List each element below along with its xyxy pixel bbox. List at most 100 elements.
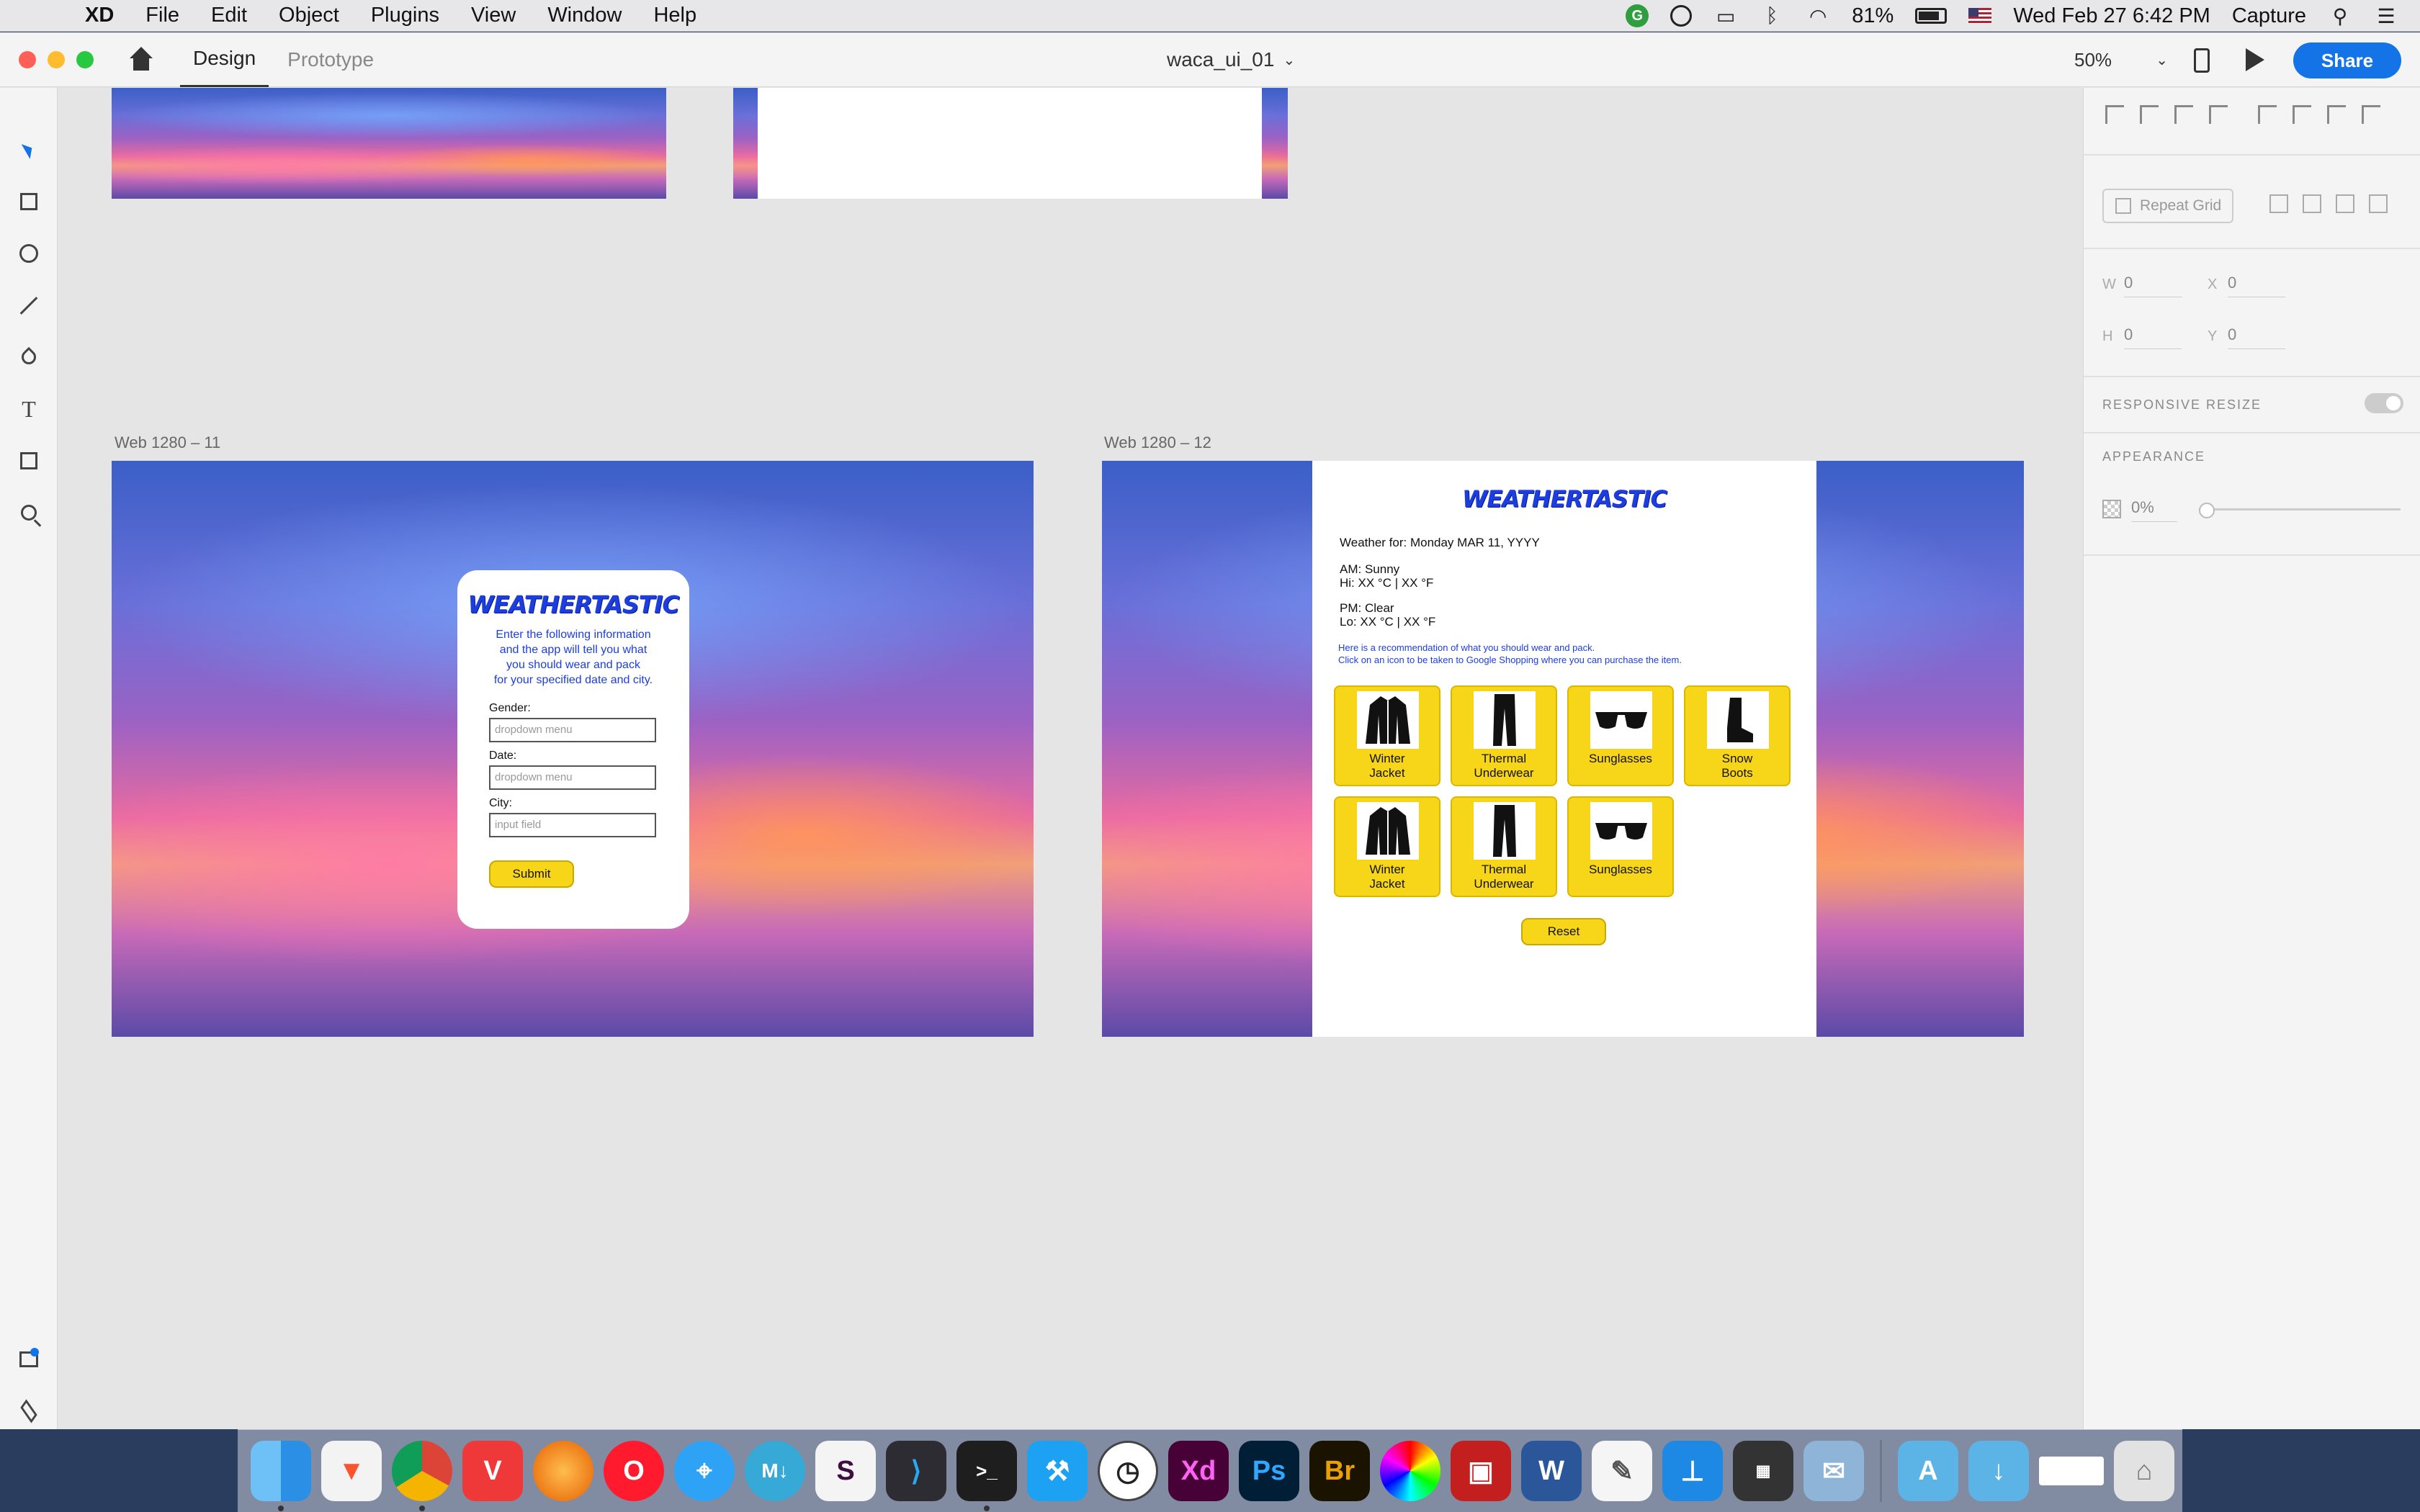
ellipse-tool[interactable] xyxy=(14,239,43,268)
line-tool[interactable] xyxy=(14,291,43,320)
bluetooth-icon[interactable]: ᛒ xyxy=(1760,4,1784,27)
text-tool[interactable]: T xyxy=(14,395,43,423)
macdown-icon[interactable]: M↓ xyxy=(745,1441,805,1501)
textedit-icon[interactable]: ✎ xyxy=(1592,1441,1652,1501)
airplay-icon[interactable]: ▭ xyxy=(1713,5,1738,27)
calendar-icon[interactable]: ▦ xyxy=(1733,1441,1793,1501)
item-card[interactable]: Snow Boots xyxy=(1684,685,1791,786)
menu-plugins[interactable]: Plugins xyxy=(371,4,439,27)
assets-panel-button[interactable] xyxy=(14,1345,43,1374)
wifi-icon[interactable]: ◠ xyxy=(1806,5,1830,27)
artboard-web-1280-12[interactable]: WEATHERTASTIC Weather for: Monday MAR 11… xyxy=(1102,461,2024,1037)
align-right-icon[interactable] xyxy=(2327,105,2346,124)
menu-datetime[interactable]: Wed Feb 27 6:42 PM xyxy=(2013,4,2210,28)
menu-help[interactable]: Help xyxy=(653,4,696,27)
y-field[interactable]: 0 xyxy=(2228,325,2285,349)
brave-icon[interactable]: ▼ xyxy=(321,1441,382,1501)
repeat-grid-button[interactable]: Repeat Grid xyxy=(2102,189,2233,223)
x-field[interactable]: 0 xyxy=(2228,274,2285,297)
battery-icon[interactable] xyxy=(1915,8,1948,24)
submit-button[interactable]: Submit xyxy=(489,860,574,888)
share-button[interactable]: Share xyxy=(2293,42,2401,78)
rectangle-tool[interactable] xyxy=(14,187,43,216)
chrome-icon[interactable] xyxy=(392,1441,452,1511)
item-card[interactable]: Sunglasses xyxy=(1567,685,1674,786)
pen-tool[interactable] xyxy=(14,343,43,372)
gender-dropdown[interactable]: dropdown menu xyxy=(489,718,656,742)
exclude-icon[interactable] xyxy=(2369,194,2388,213)
keynote-icon[interactable]: ⊥ xyxy=(1662,1441,1723,1501)
distribute-horizontal-icon[interactable] xyxy=(2362,105,2380,124)
opacity-field[interactable]: 0% xyxy=(2131,498,2177,522)
firefox-icon[interactable] xyxy=(533,1441,593,1501)
grammarly-icon[interactable]: G xyxy=(1626,4,1649,27)
item-card[interactable]: Sunglasses xyxy=(1567,796,1674,897)
menu-view[interactable]: View xyxy=(471,4,516,27)
reset-button[interactable]: Reset xyxy=(1521,918,1606,945)
artboard-top-left[interactable] xyxy=(112,88,666,199)
applications-folder-icon[interactable]: A xyxy=(1898,1441,1958,1501)
terminal-icon[interactable]: >_ xyxy=(956,1441,1017,1511)
item-card[interactable]: Winter Jacket xyxy=(1334,796,1440,897)
color-picker-icon[interactable] xyxy=(1380,1441,1440,1501)
artboard-tool[interactable] xyxy=(14,446,43,475)
item-card[interactable]: Winter Jacket xyxy=(1334,685,1440,786)
finder-icon[interactable] xyxy=(251,1441,311,1511)
zoom-window-button[interactable] xyxy=(76,50,94,68)
notification-center-icon[interactable]: ☰ xyxy=(2374,5,2398,27)
device-preview-icon[interactable] xyxy=(2194,48,2210,73)
design-canvas[interactable]: Web 1280 – 11 WEATHERTASTIC Enter the fo… xyxy=(58,88,2082,1429)
document-title[interactable]: waca_ui_01 ⌄ xyxy=(1167,32,1295,87)
menu-capture[interactable]: Capture xyxy=(2232,4,2306,28)
opera-icon[interactable]: O xyxy=(604,1441,664,1501)
close-window-button[interactable] xyxy=(19,50,36,68)
layers-panel-button[interactable] xyxy=(14,1397,43,1426)
align-top-icon[interactable] xyxy=(2105,105,2124,124)
clock-status-icon[interactable] xyxy=(1670,5,1693,27)
add-icon[interactable] xyxy=(2269,194,2288,213)
input-source-flag-icon[interactable] xyxy=(1968,8,1992,24)
word-icon[interactable]: W xyxy=(1521,1441,1582,1501)
width-field[interactable]: 0 xyxy=(2124,274,2182,297)
downloads-folder-icon[interactable]: ↓ xyxy=(1968,1441,2029,1501)
distribute-vertical-icon[interactable] xyxy=(2209,105,2228,124)
intersect-icon[interactable] xyxy=(2336,194,2354,213)
align-center-icon[interactable] xyxy=(2293,105,2311,124)
clock-icon[interactable]: ◷ xyxy=(1098,1441,1158,1501)
preview-icon[interactable]: ✉ xyxy=(1803,1441,1864,1501)
tab-prototype[interactable]: Prototype xyxy=(274,32,387,87)
opacity-slider[interactable] xyxy=(2199,503,2401,518)
menu-file[interactable]: File xyxy=(145,4,179,27)
slack-icon[interactable]: S xyxy=(815,1441,876,1501)
vivaldi-icon[interactable]: V xyxy=(462,1441,523,1501)
menu-app-xd[interactable]: XD xyxy=(85,4,114,27)
align-left-icon[interactable] xyxy=(2258,105,2277,124)
recent-document-icon[interactable] xyxy=(2039,1457,2104,1485)
subtract-icon[interactable] xyxy=(2303,194,2321,213)
minimize-window-button[interactable] xyxy=(48,50,65,68)
align-middle-icon[interactable] xyxy=(2140,105,2159,124)
photo-booth-icon[interactable]: ▣ xyxy=(1451,1441,1511,1501)
tab-design[interactable]: Design xyxy=(180,32,269,87)
adobe-xd-icon[interactable]: Xd xyxy=(1168,1441,1229,1501)
home-icon[interactable] xyxy=(127,46,156,73)
align-bottom-icon[interactable] xyxy=(2174,105,2193,124)
vscode-icon[interactable]: ⟩ xyxy=(886,1441,946,1501)
responsive-resize-toggle[interactable] xyxy=(2365,393,2403,413)
date-dropdown[interactable]: dropdown menu xyxy=(489,765,656,790)
menu-window[interactable]: Window xyxy=(547,4,622,27)
safari-icon[interactable]: ⌖ xyxy=(674,1441,735,1501)
city-input[interactable]: input field xyxy=(489,813,656,837)
zoom-dropdown[interactable]: 50% ⌄ xyxy=(2074,45,2168,74)
artboard-label-12[interactable]: Web 1280 – 12 xyxy=(1104,433,1211,452)
select-tool[interactable] xyxy=(14,135,43,164)
item-card[interactable]: Thermal Underwear xyxy=(1451,796,1557,897)
artboard-label-11[interactable]: Web 1280 – 11 xyxy=(115,433,220,452)
play-icon[interactable] xyxy=(2246,48,2264,71)
artboard-top-right[interactable] xyxy=(733,88,1288,199)
bridge-icon[interactable]: Br xyxy=(1309,1441,1370,1501)
photoshop-icon[interactable]: Ps xyxy=(1239,1441,1299,1501)
trash-icon[interactable]: ⌂ xyxy=(2114,1441,2174,1501)
menu-object[interactable]: Object xyxy=(279,4,339,27)
height-field[interactable]: 0 xyxy=(2124,325,2182,349)
